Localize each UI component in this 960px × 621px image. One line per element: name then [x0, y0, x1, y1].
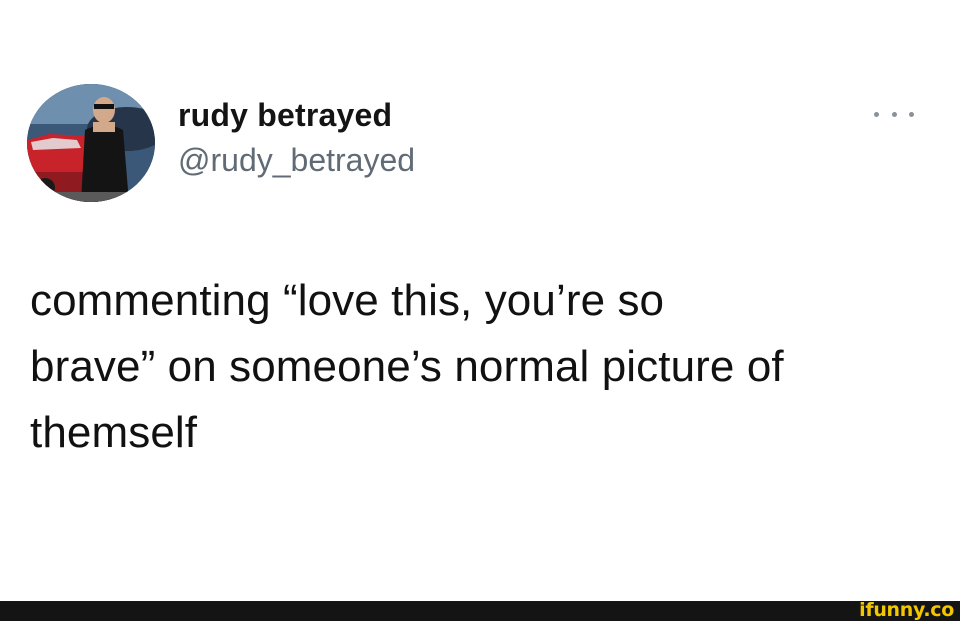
author-handle[interactable]: @rudy_betrayed	[178, 142, 415, 179]
more-dot	[874, 111, 879, 117]
more-dot	[891, 111, 897, 117]
author-display-name[interactable]: rudy betrayed	[178, 97, 392, 134]
tweet-text-line: commenting “love this, you’re so	[30, 276, 665, 325]
more-dot	[909, 111, 914, 117]
tweet-text: commenting “love this, you’re so brave” …	[30, 268, 930, 466]
profile-avatar[interactable]	[27, 84, 155, 202]
more-horizontal-icon[interactable]	[874, 104, 914, 124]
watermark-bar: ifunny.co	[0, 599, 960, 621]
ifunny-watermark: ifunny.co	[859, 599, 954, 621]
tweet-card: rudy betrayed @rudy_betrayed commenting …	[0, 0, 960, 601]
tweet-text-line: brave” on someone’s normal picture of	[30, 342, 784, 391]
tweet-text-line: themself	[30, 408, 198, 457]
avatar-photo-icon	[27, 84, 155, 202]
